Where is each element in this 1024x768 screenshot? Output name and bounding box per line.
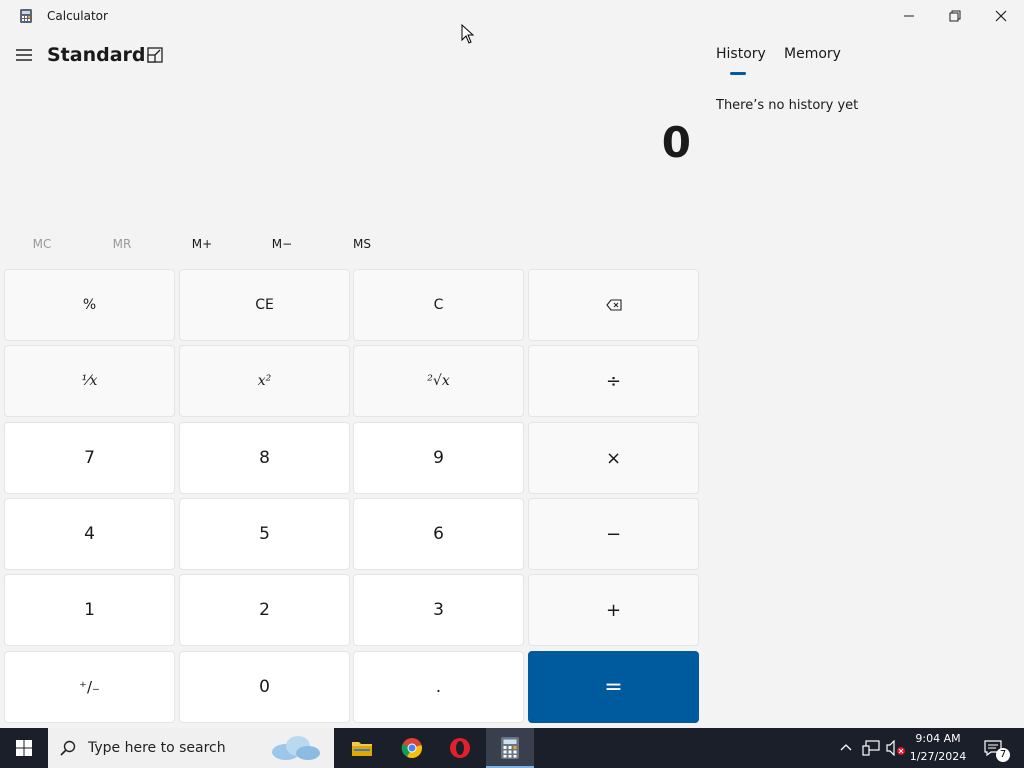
taskbar-opera[interactable] — [436, 728, 484, 768]
digit-6-button[interactable]: 6 — [353, 498, 524, 570]
divide-button[interactable]: ÷ — [528, 345, 699, 417]
folder-icon — [352, 742, 372, 756]
digit-4-button[interactable]: 4 — [4, 498, 175, 570]
active-tab-indicator — [730, 72, 746, 75]
calculator-header: Standard — [0, 32, 700, 80]
memory-add-button[interactable]: M+ — [162, 230, 242, 258]
title-bar: Calculator — [0, 0, 1024, 32]
add-button[interactable]: + — [528, 574, 699, 646]
taskbar-file-explorer[interactable] — [338, 728, 386, 768]
start-button[interactable] — [0, 728, 48, 768]
tab-memory[interactable]: Memory — [784, 46, 841, 62]
equals-button[interactable]: = — [528, 651, 699, 723]
minimize-icon — [904, 15, 914, 17]
clear-button[interactable]: C — [353, 269, 524, 341]
minimize-button[interactable] — [886, 0, 932, 32]
hamburger-menu-icon[interactable] — [16, 48, 32, 62]
history-panel: History Memory There’s no history yet — [700, 32, 1024, 728]
taskbar-calculator[interactable] — [486, 728, 534, 768]
restore-icon — [949, 10, 961, 22]
calculator-app-icon — [20, 9, 32, 23]
memory-recall-button[interactable]: MR — [82, 230, 162, 258]
clock-date[interactable]: 1/27/2024 — [903, 750, 973, 763]
digit-1-button[interactable]: 1 — [4, 574, 175, 646]
chevron-up-icon[interactable] — [840, 742, 852, 752]
taskbar: Type here to search 9:04 AM 1/27/2024 7 — [0, 728, 1024, 768]
keypad: % CE C ⅟x x² ²√x ÷ 7 8 9 × 4 5 6 − 1 2 3… — [4, 269, 701, 725]
reciprocal-button[interactable]: ⅟x — [4, 345, 175, 417]
clear-entry-button[interactable]: CE — [179, 269, 350, 341]
maximize-button[interactable] — [932, 0, 978, 32]
calculator-icon — [501, 737, 519, 759]
close-button[interactable] — [978, 0, 1024, 32]
opera-icon — [450, 738, 470, 758]
search-icon — [60, 740, 76, 756]
subtract-button[interactable]: − — [528, 498, 699, 570]
result-display: 0 — [661, 118, 691, 167]
digit-2-button[interactable]: 2 — [179, 574, 350, 646]
close-icon — [995, 10, 1007, 22]
memory-subtract-button[interactable]: M− — [242, 230, 322, 258]
mode-title: Standard — [47, 44, 146, 66]
taskbar-chrome[interactable] — [388, 728, 436, 768]
notification-center-button[interactable]: 7 — [978, 732, 1018, 764]
empty-history-message: There’s no history yet — [716, 98, 859, 113]
notification-badge: 7 — [996, 748, 1010, 762]
chrome-icon — [401, 738, 422, 759]
negate-button[interactable]: ⁺/₋ — [4, 651, 175, 723]
percent-button[interactable]: % — [4, 269, 175, 341]
mouse-cursor-icon — [461, 24, 474, 44]
multiply-button[interactable]: × — [528, 422, 699, 494]
digit-9-button[interactable]: 9 — [353, 422, 524, 494]
tab-history[interactable]: History — [716, 46, 766, 62]
square-root-button[interactable]: ²√x — [353, 345, 524, 417]
keep-on-top-icon[interactable] — [146, 46, 164, 64]
digit-7-button[interactable]: 7 — [4, 422, 175, 494]
memory-store-button[interactable]: MS — [322, 230, 402, 258]
windows-logo-icon — [16, 740, 32, 756]
network-icon[interactable] — [862, 740, 880, 756]
clock-time[interactable]: 9:04 AM — [903, 732, 973, 745]
digit-0-button[interactable]: 0 — [179, 651, 350, 723]
backspace-icon — [605, 299, 622, 311]
decimal-button[interactable]: . — [353, 651, 524, 723]
taskbar-search-box[interactable]: Type here to search — [48, 728, 334, 768]
window-title: Calculator — [47, 9, 108, 23]
digit-8-button[interactable]: 8 — [179, 422, 350, 494]
backspace-button[interactable] — [528, 269, 699, 341]
search-placeholder: Type here to search — [88, 740, 226, 756]
weather-cloud-icon[interactable] — [266, 734, 322, 762]
square-button[interactable]: x² — [179, 345, 350, 417]
digit-5-button[interactable]: 5 — [179, 498, 350, 570]
memory-clear-button[interactable]: MC — [2, 230, 82, 258]
digit-3-button[interactable]: 3 — [353, 574, 524, 646]
